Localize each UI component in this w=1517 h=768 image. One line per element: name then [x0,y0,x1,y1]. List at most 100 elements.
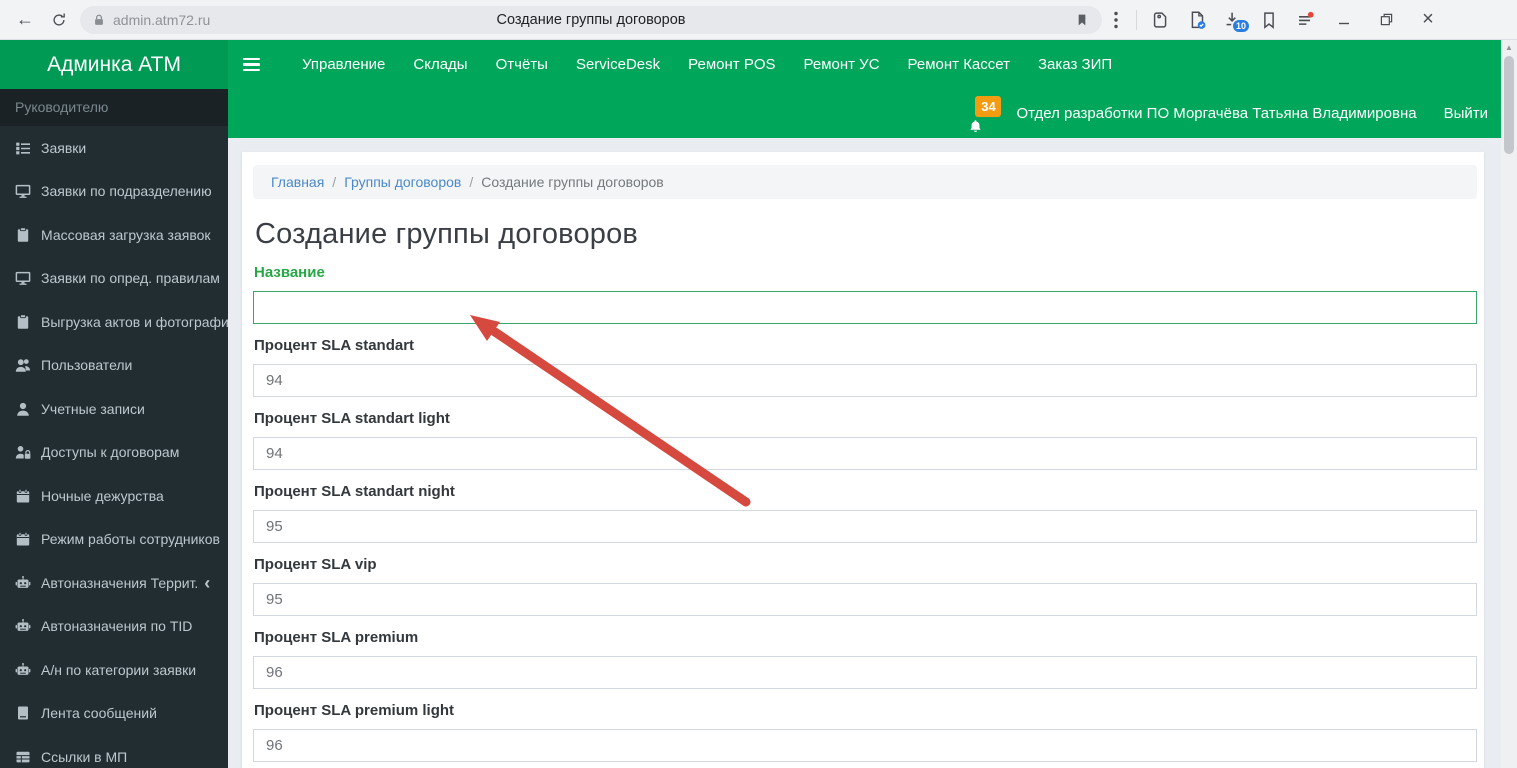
bookmarks-button[interactable] [1251,4,1287,36]
field-label-sla-standart-night: Процент SLA standart night [254,483,455,500]
sidebar-item-acts-photos-export[interactable]: Выгрузка актов и фотографий [0,300,228,344]
notifications-panel-button[interactable] [1287,4,1323,36]
field-label-sla-premium-light: Процент SLA premium light [254,702,455,719]
sidebar-item-label: Заявки по подразделению [41,183,212,200]
refresh-button[interactable] [42,4,76,36]
downloads-badge: 10 [1231,18,1250,33]
restore-button[interactable] [1365,3,1407,37]
extension-tag-button[interactable] [1143,4,1179,36]
nav-item-5[interactable]: Ремонт УС [790,40,894,89]
logout-button[interactable]: Выйти [1444,105,1488,122]
sidebar-item-bulk-upload[interactable]: Массовая загрузка заявок [0,213,228,257]
user-lock-icon [15,444,31,460]
sidebar-item-message-feed[interactable]: Лента сообщений [0,692,228,736]
downloads-button[interactable]: 10 [1215,4,1251,36]
nav-item-6[interactable]: Ремонт Кассет [894,40,1024,89]
robot-icon [15,662,31,678]
sidebar-item-auto-assign-territory[interactable]: Автоназначения Террит. ‹ [0,561,228,605]
sidebar-item-label: Выгрузка актов и фотографий [41,313,228,330]
sidebar-item-auto-assign-tid[interactable]: Автоназначения по TID [0,605,228,649]
nav-item-2[interactable]: Отчёты [482,40,562,89]
sidebar-item-label: Пользователи [41,357,133,374]
sidebar-item-label: Лента сообщений [41,705,157,722]
top-navbar: Управление Склады Отчёты ServiceDesk Ремонт … [228,40,1501,89]
sidebar-item-accounts[interactable]: Учетные записи [0,387,228,431]
close-button[interactable]: × [1407,3,1449,37]
breadcrumb: Главная / Группы договоров / Создание группы… [253,165,1477,199]
sidebar-item-label: Ночные дежурства [41,487,164,504]
content-card: Главная / Группы договоров / Создание группы… [242,152,1484,768]
breadcrumb-link[interactable]: Группы договоров [344,174,461,190]
nav-item-1[interactable]: Склады [399,40,481,89]
notification-badge: 34 [975,95,1002,117]
nav-item-4[interactable]: Ремонт POS [674,40,789,89]
field-input-sla-standart-light[interactable] [253,437,1477,470]
bookmarks-flag-icon [1264,11,1274,29]
form-group-title: Название [253,264,1477,324]
bookmark-icon[interactable] [1074,11,1090,34]
field-input-sla-standart[interactable] [253,364,1477,397]
content-area: Главная / Группы договоров / Создание группы… [228,138,1501,768]
kebab-menu-icon [1114,11,1118,28]
sidebar-item-night-shifts[interactable]: Ночные дежурства [0,474,228,518]
refresh-icon [53,13,65,26]
page-scrollbar[interactable]: ▲ [1501,40,1517,768]
user-bar: 34 Отдел разработки ПО Моргачёва Татьяна… [228,89,1501,138]
sidebar-menu: Заявки Заявки по подразделению Массовая … [0,126,228,768]
minimize-button[interactable] [1323,3,1365,37]
field-input-sla-premium[interactable] [253,656,1477,689]
users-icon [15,357,31,373]
address-bar[interactable]: admin.atm72.ru Создание группы договоров [80,5,1102,34]
app-logo[interactable]: Админка АТМ [0,40,228,89]
sidebar-item-label: А/н по категории заявки [41,661,197,678]
robot-icon [15,575,31,591]
sidebar-item-label: Заявки по опред. правилам [41,270,220,287]
list-icon [15,140,31,156]
sidebar-item-requests-by-rules[interactable]: Заявки по опред. правилам [0,257,228,301]
sidebar-item-users[interactable]: Пользователи [0,344,228,388]
monitor-icon [15,270,31,286]
scrollbar-thumb[interactable] [1504,56,1514,154]
create-form: Название Процент SLA standart Процент SL… [253,264,1477,762]
field-label-sla-vip: Процент SLA vip [254,556,377,573]
field-input-title[interactable] [253,291,1477,324]
sidebar-item-contract-access[interactable]: Доступы к договорам [0,431,228,475]
field-label-sla-standart-light: Процент SLA standart light [254,410,450,427]
hamburger-button[interactable] [228,40,274,89]
sidebar-item-label: Режим работы сотрудников [41,531,220,548]
more-menu-button[interactable] [1102,4,1130,36]
monitor-icon [15,183,31,199]
user-icon [15,401,31,417]
protect-document-button[interactable] [1179,4,1215,36]
chevron-left-icon: ‹ [204,572,211,593]
field-input-sla-standart-night[interactable] [253,510,1477,543]
breadcrumb-separator: / [332,174,337,190]
nav-item-0[interactable]: Управление [288,40,399,89]
notifications-button[interactable]: 34 [968,94,1004,134]
form-group-sla-standart: Процент SLA standart [253,337,1477,397]
bell-icon [968,119,983,134]
back-button[interactable]: ← [8,4,42,36]
breadcrumb-link[interactable]: Главная [271,174,324,190]
nav-item-3[interactable]: ServiceDesk [562,40,674,89]
tag-icon [1153,11,1167,28]
sidebar-item-label: Учетные записи [41,400,145,417]
field-input-sla-premium-light[interactable] [253,729,1477,762]
clipboard-icon [15,314,31,330]
sidebar-item-auto-assign-category[interactable]: А/н по категории заявки [0,648,228,692]
sidebar-item-requests-by-division[interactable]: Заявки по подразделению [0,170,228,214]
list-notification-icon [1299,11,1314,25]
field-label-sla-standart: Процент SLA standart [254,337,415,354]
user-name: Отдел разработки ПО Моргачёва Татьяна Вл… [1016,105,1417,122]
nav-item-7[interactable]: Заказ ЗИП [1024,40,1126,89]
page-title: Создание группы договоров [255,218,639,250]
sidebar-item-work-schedule[interactable]: Режим работы сотрудников [0,518,228,562]
sidebar-item-requests[interactable]: Заявки [0,126,228,170]
sidebar-item-mp-links[interactable]: Ссылки в МП [0,735,228,768]
book-icon [15,705,31,721]
form-group-sla-standart-night: Процент SLA standart night [253,483,1477,543]
field-input-sla-vip[interactable] [253,583,1477,616]
sidebar-item-label: Заявки [41,139,87,156]
scroll-up-arrow[interactable]: ▲ [1501,40,1517,54]
field-label-title: Название [254,264,325,281]
